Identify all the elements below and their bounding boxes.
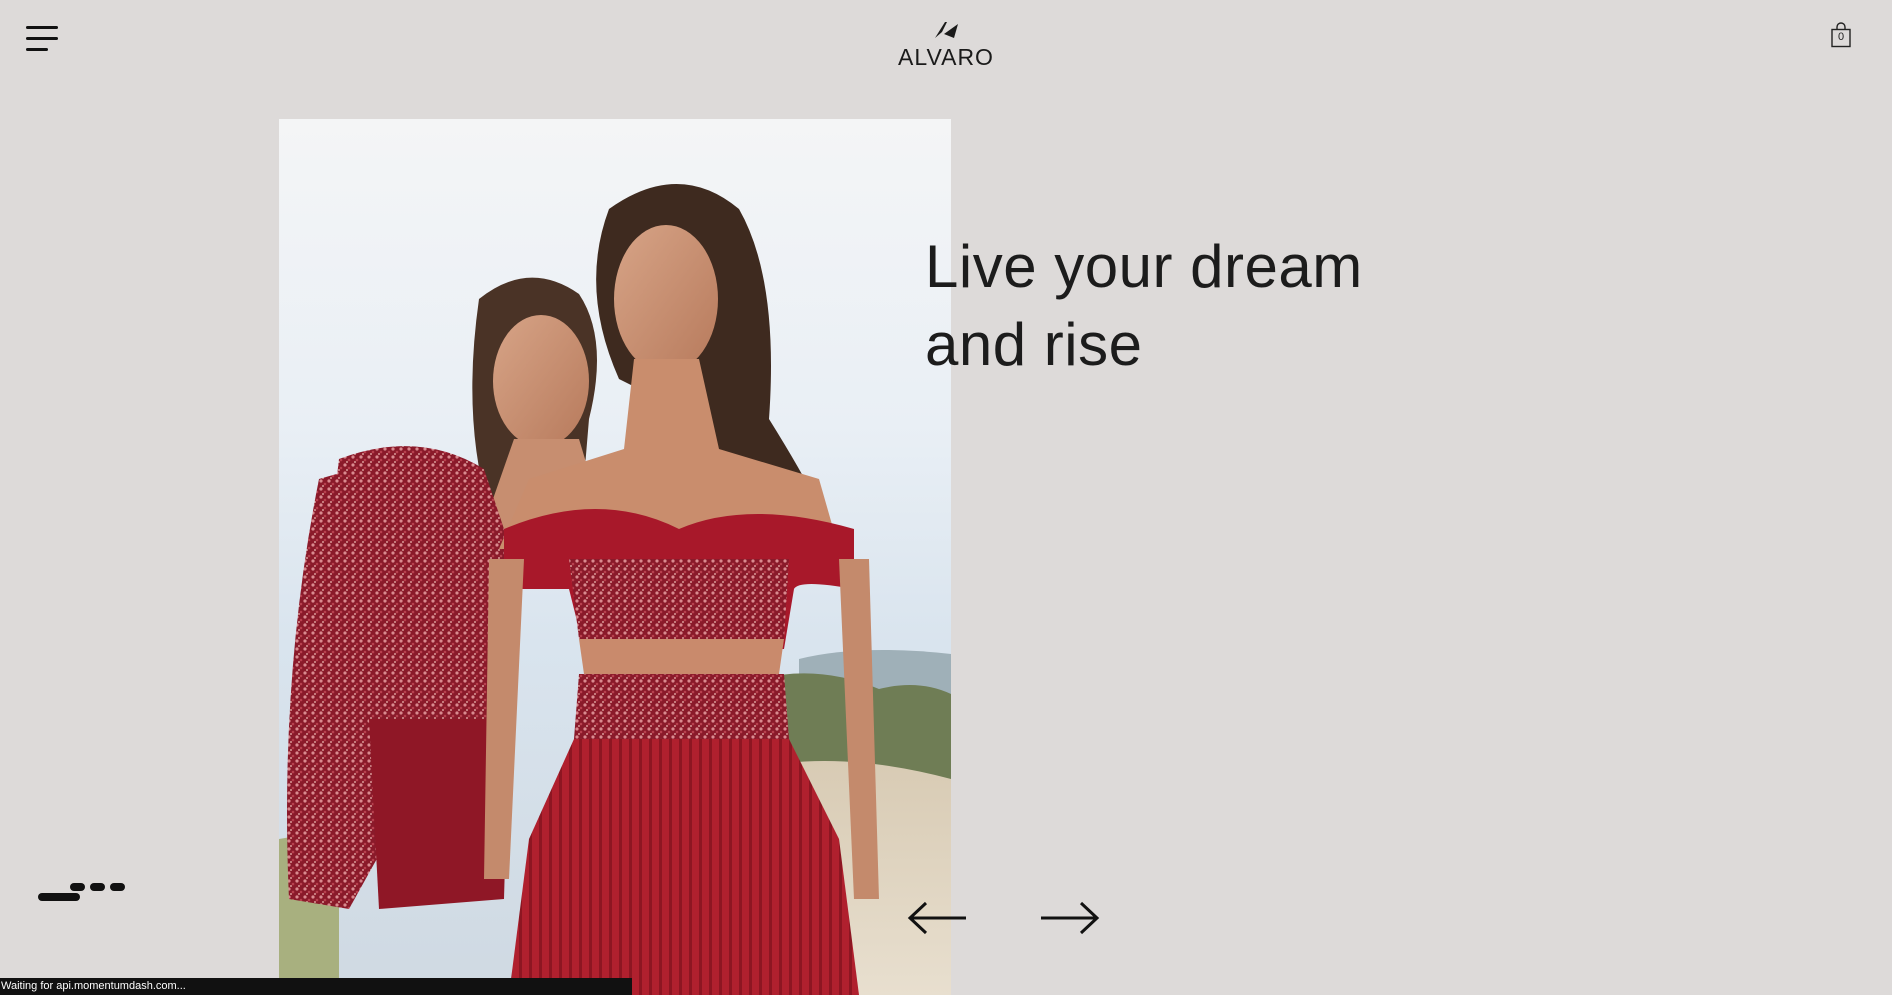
models-photo bbox=[279, 119, 951, 995]
hero-headline: Live your dream and rise bbox=[925, 228, 1485, 384]
menu-line-bottom bbox=[26, 48, 48, 51]
next-slide-button[interactable] bbox=[1039, 898, 1101, 938]
arrow-left-icon bbox=[907, 901, 966, 935]
hamburger-menu-icon[interactable] bbox=[26, 26, 60, 54]
cart-count: 0 bbox=[1837, 31, 1845, 43]
menu-line-middle bbox=[26, 37, 58, 40]
cart-button[interactable]: 0 bbox=[1830, 22, 1852, 48]
brand-name: ALVARO bbox=[898, 44, 994, 70]
slide-dot-1-active[interactable] bbox=[38, 893, 80, 901]
hero-image bbox=[279, 119, 951, 995]
alvaro-logo-mark-icon bbox=[935, 22, 958, 38]
browser-status-bar: Waiting for api.momentumdash.com... bbox=[0, 978, 632, 995]
slide-dot-2[interactable] bbox=[70, 883, 85, 891]
brand-logo[interactable]: ALVARO bbox=[891, 20, 1001, 72]
slide-indicators bbox=[38, 880, 128, 904]
hero-headline-line-2: and rise bbox=[925, 311, 1143, 378]
menu-line-top bbox=[26, 26, 58, 29]
arrow-right-icon bbox=[1041, 901, 1100, 935]
previous-slide-button[interactable] bbox=[906, 898, 968, 938]
slide-dot-4[interactable] bbox=[110, 883, 125, 891]
slide-dot-3[interactable] bbox=[90, 883, 105, 891]
hero-headline-line-1: Live your dream bbox=[925, 233, 1363, 300]
hero-page: ALVARO 0 Live your dream and rise Waitin… bbox=[0, 0, 1892, 995]
